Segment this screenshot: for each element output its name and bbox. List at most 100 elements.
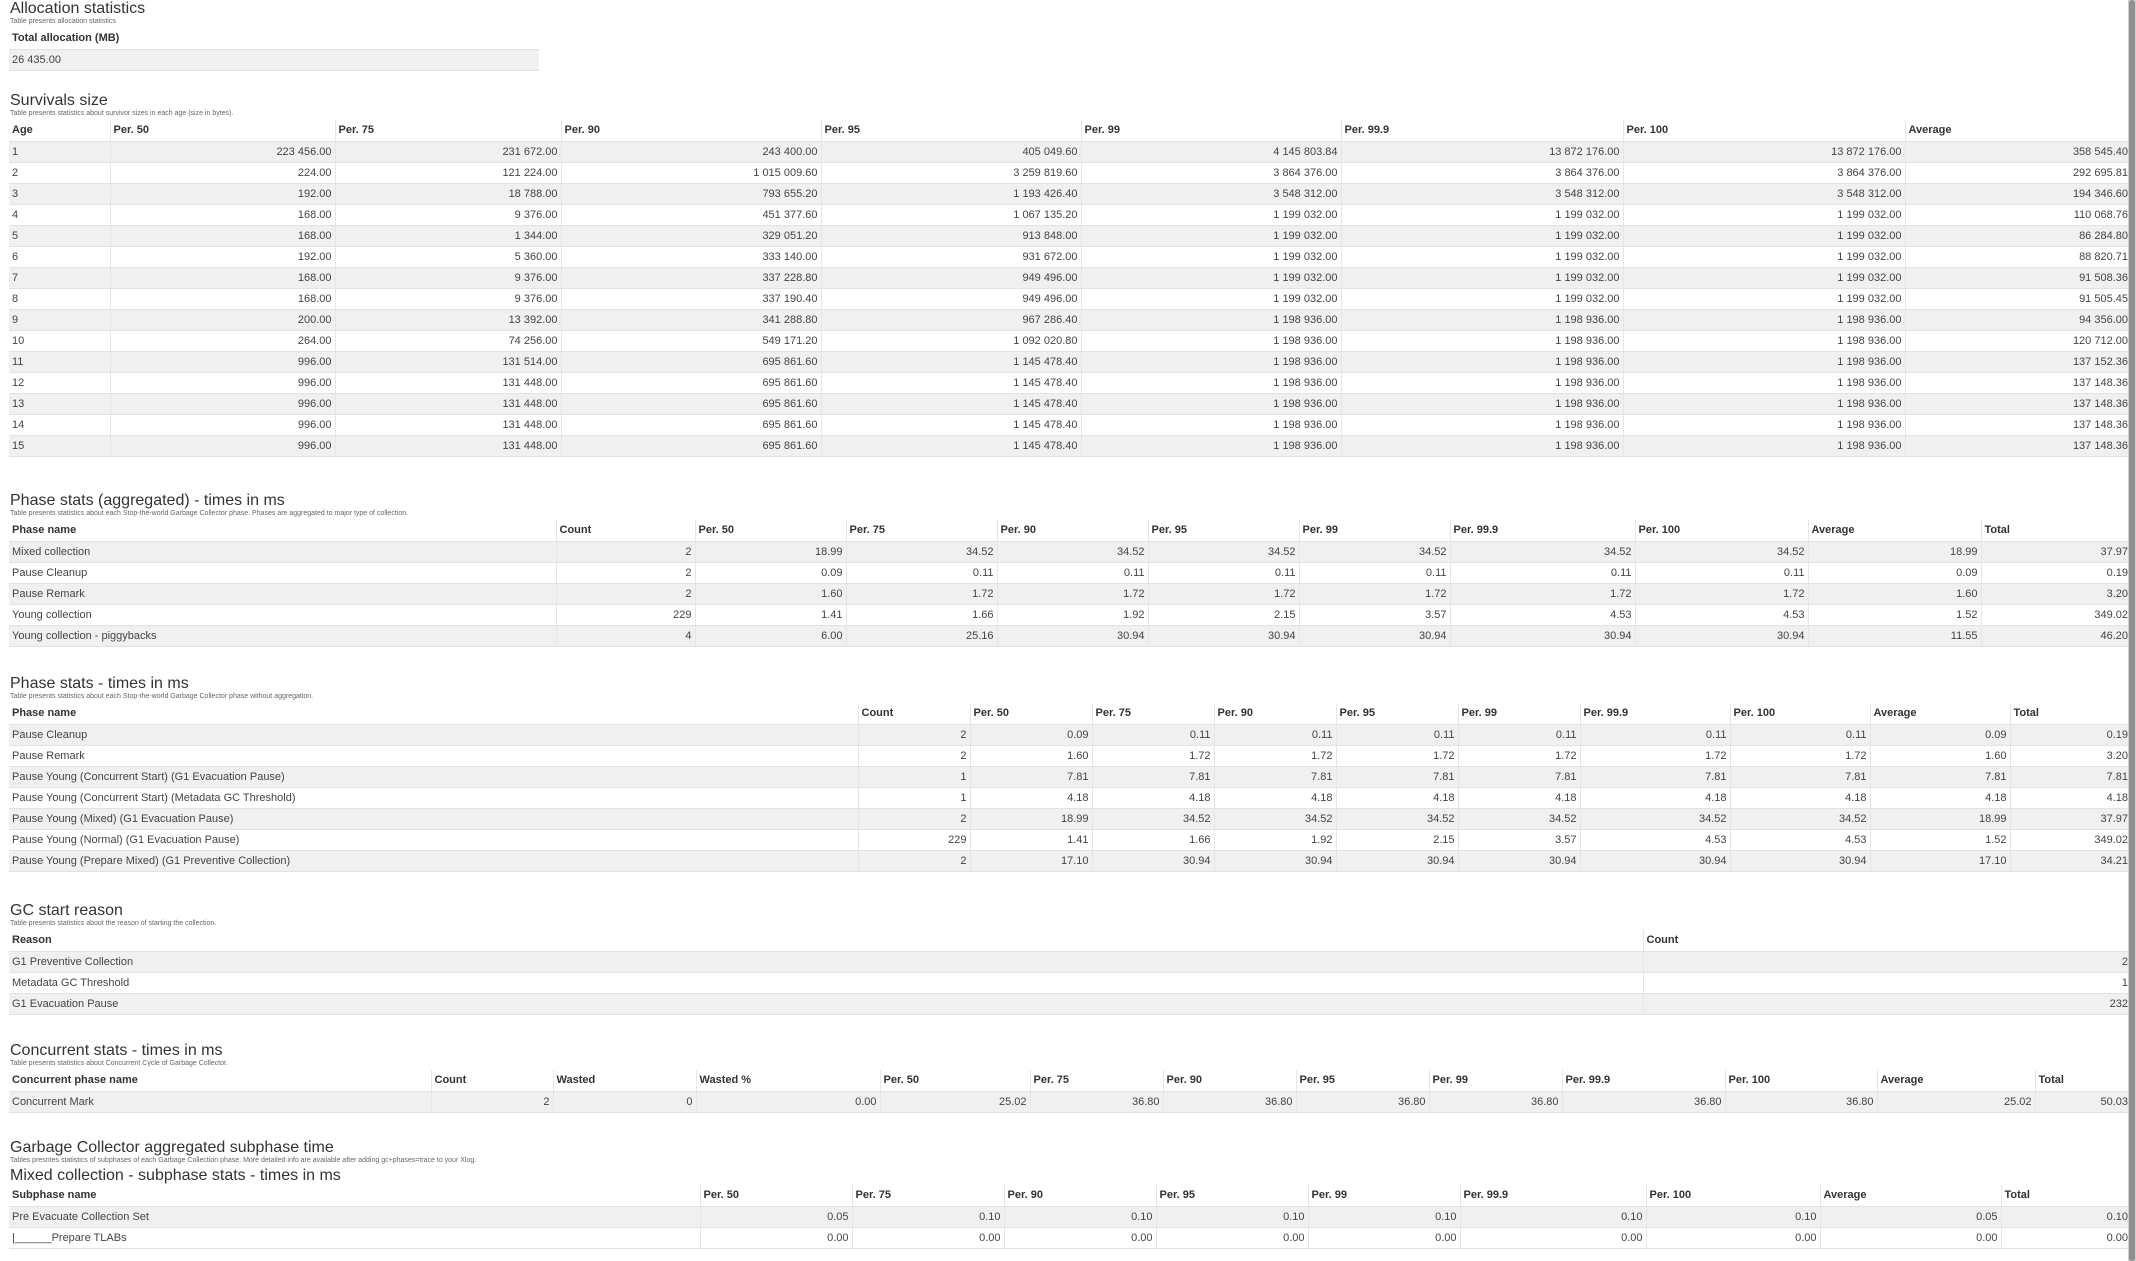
subphase-table: Subphase name Per. 50 Per. 75 Per. 90 Per. 9… [9,1185,2131,1249]
table-cell: 3.20 [2009,745,2131,767]
table-cell: 7.81 [1457,766,1580,788]
row-label-cell: Pause Remark [9,745,858,767]
table-cell: 7.81 [2009,766,2131,788]
table-cell: 4.53 [1634,604,1808,626]
table-cell: 30.94 [996,625,1148,647]
table-cell: 131 448.00 [334,414,561,436]
table-row: Concurrent Mark 2 0 0.00 25.02 36.80 36.80 36.8… [9,1091,2131,1113]
column-header: Count [1642,930,2131,952]
column-header: Average [1876,1070,2035,1092]
concurrent-desc: Table presents statistics about Concurre… [10,1060,228,1067]
table-cell: 337 190.40 [560,288,821,310]
table-cell: 30.94 [1449,625,1635,647]
table-cell: 3 548 312.00 [1622,183,1905,205]
column-header: Per. 50 [694,520,846,542]
table-cell: 0.10 [1645,1206,1820,1228]
table-cell: 110 068.76 [1904,204,2131,226]
column-header: Per. 100 [1724,1070,1877,1092]
table-cell: 30.94 [1335,850,1458,872]
column-header: Per. 99 [1307,1185,1460,1207]
table-cell: 0.11 [1091,724,1214,746]
table-cell: 192.00 [109,246,335,268]
table-cell: 1 198 936.00 [1340,351,1623,373]
column-header: Phase name [9,520,556,542]
scrollbar-thumb[interactable] [2129,0,2135,1261]
phase-agg-desc: Table presents statistics about each Sto… [10,510,409,517]
row-label-cell: Pause Young (Mixed) (G1 Evacuation Pause… [9,808,858,830]
table-cell: 25.16 [845,625,997,647]
table-cell: 13 392.00 [334,309,561,331]
table-cell: 2 [555,562,695,584]
gc-reason-desc: Table presents statistics about the reas… [10,920,217,927]
table-cell: 1 198 936.00 [1340,372,1623,394]
table-cell: 7.81 [1869,766,2010,788]
table-row: 1 223 456.00 231 672.00 243 400.00 405 049.6… [9,141,2131,163]
survivals-section: Survivals size Table presents statistics… [0,92,2136,457]
table-cell: 34.52 [1579,808,1730,830]
subphase-title: Garbage Collector aggregated subphase ti… [10,1139,334,1156]
table-cell: 1 199 032.00 [1080,288,1341,310]
table-cell: 4.18 [2009,787,2131,809]
vertical-scrollbar[interactable] [2128,0,2136,1261]
table-cell: 7.81 [969,766,1092,788]
phase-agg-title: Phase stats (aggregated) - times in ms [10,492,285,509]
column-header: Per. 99.9 [1340,120,1623,142]
table-cell: 0.05 [699,1206,852,1228]
table-cell: 1 198 936.00 [1340,435,1623,457]
subphase-section: Garbage Collector aggregated subphase ti… [0,1139,2136,1249]
column-header: Per. 99.9 [1449,520,1635,542]
table-cell: 2 [430,1091,553,1113]
concurrent-section: Concurrent stats - times in ms Table pre… [0,1042,2136,1113]
table-cell: 1 015 009.60 [560,162,821,184]
column-header: Per. 99 [1080,120,1341,142]
column-header: Subphase name [9,1185,700,1207]
table-cell: 0.10 [1155,1206,1308,1228]
table-cell: 1.41 [969,829,1092,851]
table-cell: 3 259 819.60 [820,162,1081,184]
table-cell: 7.81 [1579,766,1730,788]
column-header: Per. 95 [1295,1070,1429,1092]
table-row: Pause Young (Concurrent Start) (Metadata… [9,787,2131,809]
table-cell: 34.52 [1213,808,1336,830]
table-cell: 349.02 [2009,829,2131,851]
table-cell: 224.00 [109,162,335,184]
table-cell: 1.92 [996,604,1148,626]
column-header: Total [1980,520,2131,542]
table-row: Pause Young (Concurrent Start) (G1 Evacu… [9,766,2131,788]
table-cell: 131 448.00 [334,393,561,415]
table-cell: 1 198 936.00 [1080,435,1341,457]
report-page: Allocation statistics Table presents all… [0,0,2136,1261]
table-row: 5 168.00 1 344.00 329 051.20 913 848.00 1 199… [9,225,2131,247]
table-cell: 137 148.36 [1904,393,2131,415]
table-cell: 36.80 [1561,1091,1725,1113]
table-cell: 4.18 [969,787,1092,809]
table-cell: 793 655.20 [560,183,821,205]
column-header: Per. 90 [560,120,821,142]
column-header: Concurrent phase name [9,1070,431,1092]
table-row: 9 200.00 13 392.00 341 288.80 967 286.40 1 19… [9,309,2131,331]
table-cell: 1.72 [996,583,1148,605]
table-cell: 2 [555,583,695,605]
table-cell: 1 145 478.40 [820,414,1081,436]
table-cell: 3 548 312.00 [1340,183,1623,205]
column-header: Per. 99.9 [1459,1185,1646,1207]
table-cell: 1 199 032.00 [1340,246,1623,268]
column-header: Per. 99.9 [1579,703,1730,725]
table-cell: 5 360.00 [334,246,561,268]
table-cell: 0.09 [969,724,1092,746]
table-cell: 3 864 376.00 [1080,162,1341,184]
allocation-title: Allocation statistics [10,0,146,17]
table-cell: 18.99 [694,541,846,563]
table-cell: 1 198 936.00 [1622,351,1905,373]
table-cell: 121 224.00 [334,162,561,184]
column-header: Per. 50 [109,120,335,142]
table-cell: 88 820.71 [1904,246,2131,268]
row-label-cell: 6 [9,246,110,268]
column-header: Count [857,703,970,725]
table-cell: 931 672.00 [820,246,1081,268]
table-cell: 264.00 [109,330,335,352]
table-cell: 405 049.60 [820,141,1081,163]
table-cell: 223 456.00 [109,141,335,163]
table-cell: 137 152.36 [1904,351,2131,373]
table-cell: 0 [552,1091,696,1113]
